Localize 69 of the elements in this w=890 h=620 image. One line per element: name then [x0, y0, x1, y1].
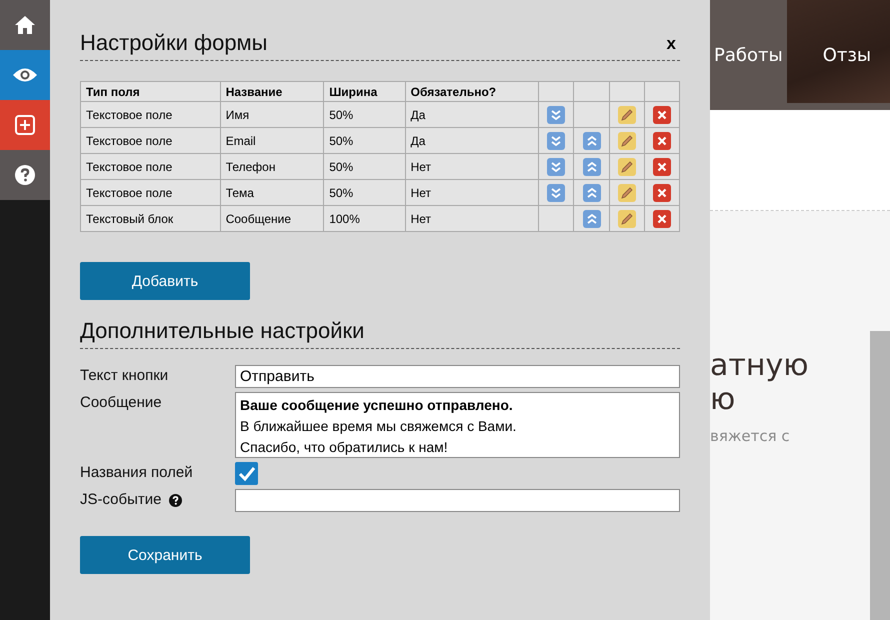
move-down-icon[interactable] [547, 106, 566, 124]
pencil-icon[interactable] [618, 158, 636, 176]
message-field[interactable]: Ваше сообщение успешно отправлено. В ближайшее время мы свяжемся с Вами. Спасибо, что обратились к нам! [235, 392, 680, 458]
move-down-icon[interactable] [547, 158, 566, 176]
table-cell: Email [220, 128, 324, 154]
table-cell: 50% [324, 154, 406, 180]
move-up-icon[interactable] [582, 132, 601, 150]
add-button[interactable] [0, 100, 50, 150]
delete-icon[interactable] [652, 132, 671, 150]
move-up-icon[interactable] [582, 158, 601, 176]
dialog-title: Настройки формы [80, 30, 268, 56]
delete-icon[interactable] [652, 106, 671, 124]
table-cell: 50% [324, 180, 406, 206]
plus-icon [15, 115, 35, 135]
table-cell: Текстовое поле [80, 102, 220, 128]
table-cell: Да [405, 102, 539, 128]
delete-icon[interactable] [652, 210, 671, 228]
column-header: Тип поля [80, 82, 220, 102]
move-down-icon[interactable] [547, 184, 566, 202]
section-title: Дополнительные настройки [80, 318, 364, 344]
save-button[interactable]: Сохранить [80, 536, 250, 574]
headline-text: атную [710, 349, 808, 383]
table-cell: Телефон [220, 154, 324, 180]
delete-icon[interactable] [652, 158, 671, 176]
column-header: Ширина [324, 82, 406, 102]
field-label: Текст кнопки [80, 367, 168, 384]
nav-link[interactable]: Отзы [822, 45, 872, 66]
home-button[interactable] [0, 0, 50, 50]
add-button[interactable]: Добавить [80, 262, 250, 300]
table-cell: Текстовое поле [80, 180, 220, 206]
eye-icon [12, 67, 38, 83]
field-label: Сообщение [80, 394, 162, 411]
table-cell: Нет [405, 154, 539, 180]
table-cell: Нет [405, 206, 539, 232]
delete-icon[interactable] [652, 184, 671, 202]
move-up-icon[interactable] [582, 184, 601, 202]
field-label: Названия полей [80, 464, 193, 481]
pencil-icon[interactable] [618, 106, 636, 124]
table-cell: 50% [324, 128, 406, 154]
column-header: Обязательно? [405, 82, 539, 102]
table-cell: Текстовое поле [80, 128, 220, 154]
home-icon [14, 15, 36, 35]
table-cell: 50% [324, 102, 406, 128]
move-down-icon[interactable] [547, 132, 566, 150]
pencil-icon[interactable] [618, 184, 636, 202]
input-field[interactable]: Отправить [235, 365, 680, 388]
table-cell: Текстовое поле [80, 154, 220, 180]
pencil-icon[interactable] [618, 132, 636, 150]
input-field[interactable] [235, 489, 680, 512]
headline-text: ю [710, 383, 736, 417]
table-cell: Сообщение [220, 206, 324, 232]
table-cell: 100% [324, 206, 406, 232]
column-header: Название [220, 82, 324, 102]
pencil-icon[interactable] [618, 210, 636, 228]
help-button[interactable] [0, 150, 50, 200]
subtitle-text: вяжется с [710, 427, 790, 445]
table-cell: Да [405, 128, 539, 154]
checkbox[interactable] [235, 462, 258, 485]
close-button[interactable]: x [662, 34, 680, 56]
table-cell: Нет [405, 180, 539, 206]
help-icon [15, 165, 35, 185]
help-icon[interactable] [169, 494, 182, 507]
table-cell: Текстовый блок [80, 206, 220, 232]
move-up-icon[interactable] [582, 210, 601, 228]
nav-link[interactable]: Работы [714, 45, 783, 66]
preview-button[interactable] [0, 50, 50, 100]
table-cell: Тема [220, 180, 324, 206]
table-cell: Имя [220, 102, 324, 128]
field-label: JS-событие [80, 491, 162, 508]
